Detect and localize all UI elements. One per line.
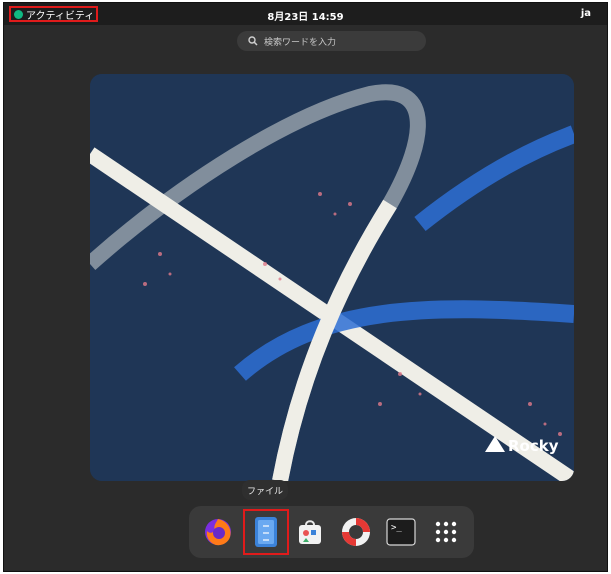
svg-text:>_: >_ <box>391 523 402 533</box>
rocky-wallpaper: Rocky <box>90 74 574 481</box>
files-icon <box>255 517 277 547</box>
input-language[interactable]: ja <box>581 8 591 19</box>
app-grid-icon <box>435 521 457 543</box>
dock-item-terminal[interactable]: >_ <box>384 515 418 549</box>
search-input[interactable]: 検索ワードを入力 <box>237 31 426 51</box>
svg-text:Rocky: Rocky <box>508 437 559 455</box>
workspace-thumbnail[interactable]: Rocky <box>90 74 574 481</box>
dock-item-help[interactable] <box>339 515 373 549</box>
search-icon <box>248 36 258 46</box>
dock-item-files[interactable] <box>249 515 283 549</box>
dock-item-software[interactable] <box>293 515 327 549</box>
dash: >_ <box>189 506 474 558</box>
dock-tooltip: ファイル <box>242 480 288 500</box>
gnome-overview: アクティビティ 8月23日 14:59 ja 検索ワードを入力 Rocky ファ… <box>3 2 608 572</box>
terminal-icon: >_ <box>386 518 416 546</box>
dock-item-firefox[interactable] <box>201 515 235 549</box>
clock[interactable]: 8月23日 14:59 <box>4 8 607 23</box>
software-icon <box>299 520 321 544</box>
firefox-icon <box>205 519 231 546</box>
search-placeholder: 検索ワードを入力 <box>264 37 337 48</box>
top-bar: アクティビティ 8月23日 14:59 ja <box>4 3 607 25</box>
dock-item-app-grid[interactable] <box>429 515 463 549</box>
help-icon <box>342 518 370 546</box>
